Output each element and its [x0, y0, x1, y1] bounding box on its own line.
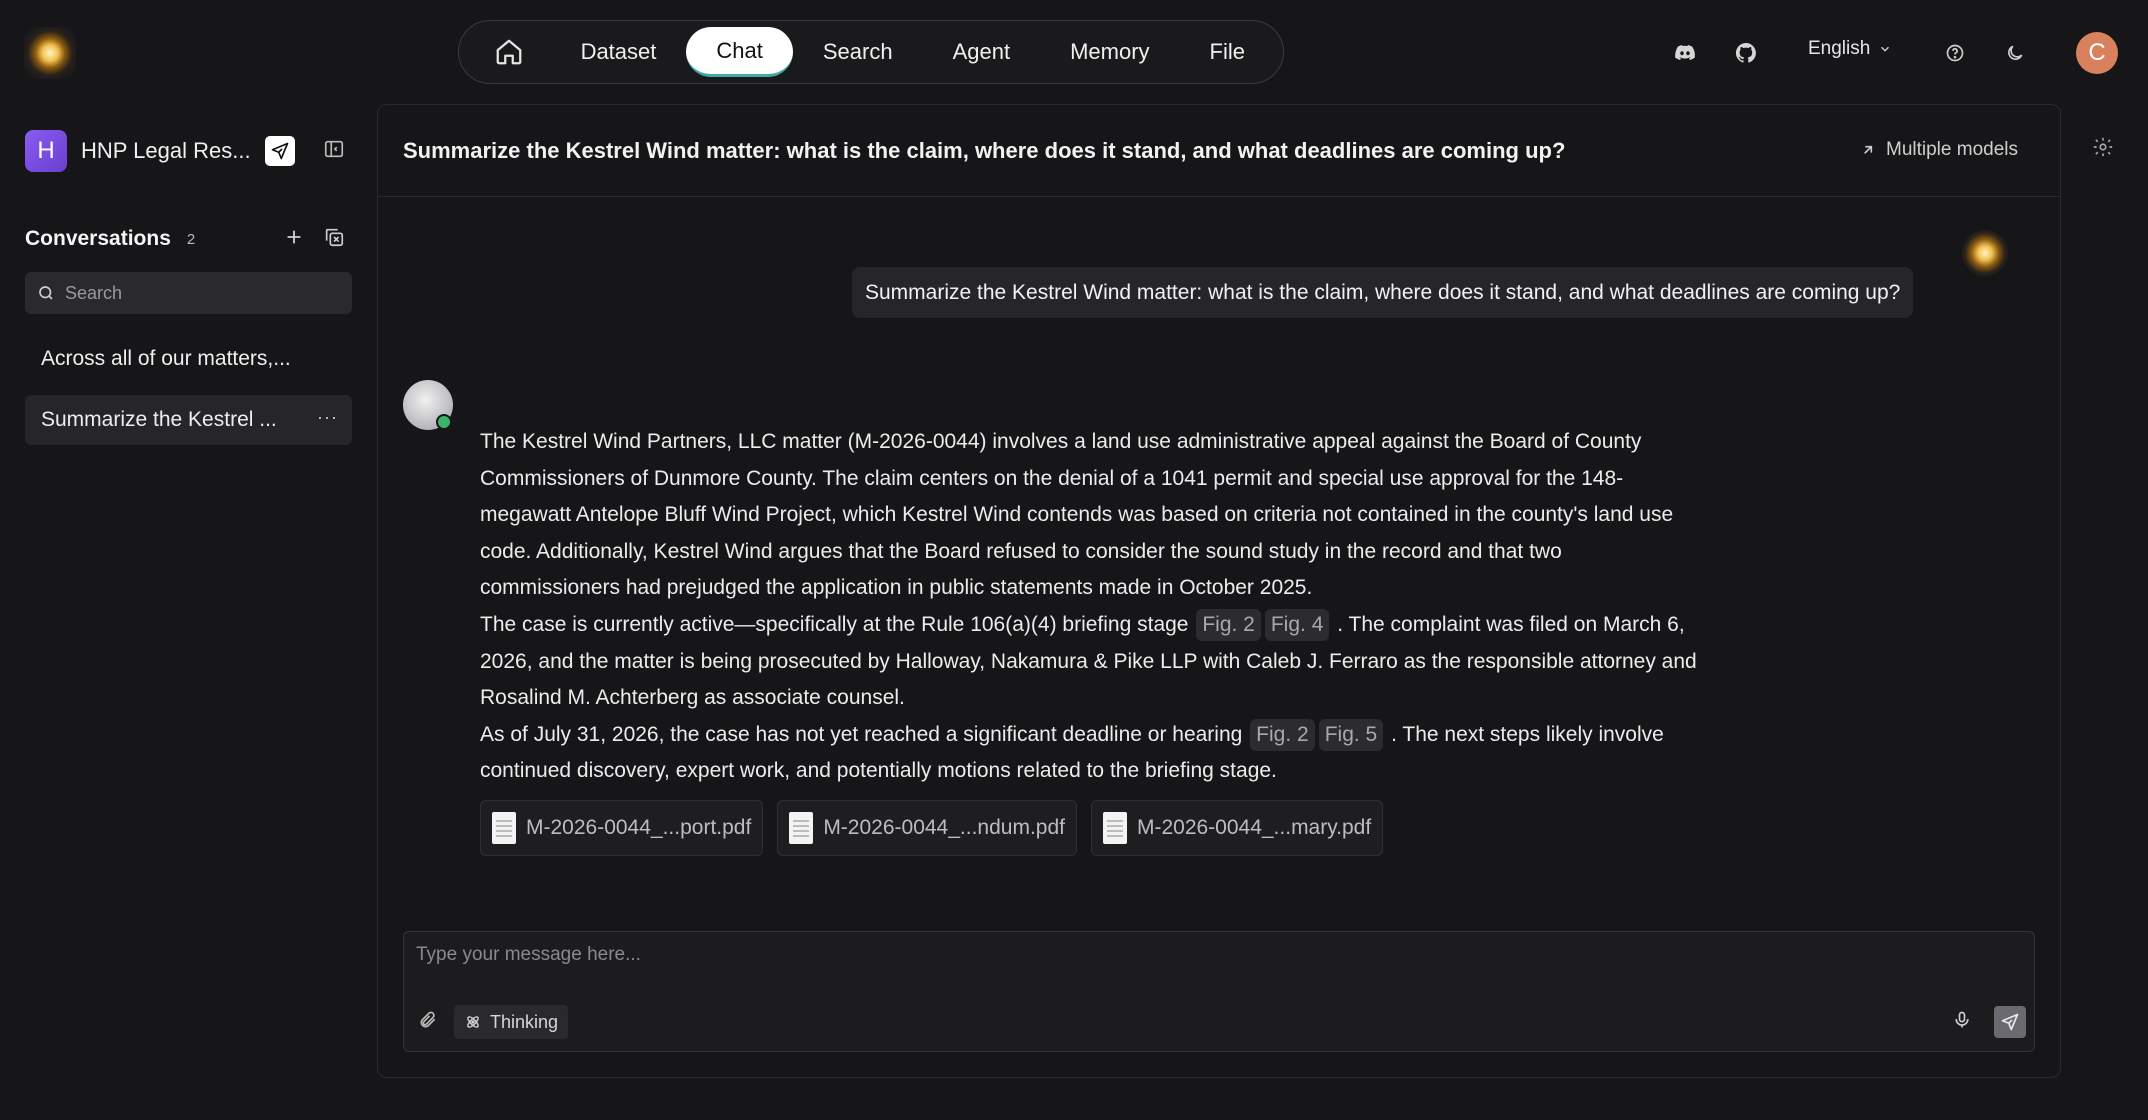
- thinking-label: Thinking: [490, 1011, 559, 1032]
- document-name: M-2026-0044_...ndum.pdf: [823, 816, 1065, 839]
- conversation-label: Summarize the Kestrel ...: [41, 408, 277, 431]
- pdf-file-icon: [1102, 812, 1127, 844]
- share-button[interactable]: [265, 136, 295, 166]
- knowledge-base-header: H HNP Legal Res...: [25, 130, 365, 172]
- sidebar: H HNP Legal Res... Conversations 2 Searc…: [0, 106, 375, 1076]
- conversations-title: Conversations: [25, 227, 171, 250]
- tab-file[interactable]: File: [1180, 27, 1275, 77]
- chevron-down-icon: [1878, 42, 1892, 56]
- citation-fig-2[interactable]: Fig. 2: [1250, 718, 1315, 751]
- send-icon: [2000, 1012, 2020, 1032]
- home-icon: [494, 37, 524, 67]
- multiple-models-button[interactable]: Multiple models: [1860, 139, 2018, 161]
- sidebar-collapse-button[interactable]: [323, 138, 349, 164]
- conversation-item[interactable]: Across all of our matters,...: [25, 334, 352, 384]
- citation-fig-2[interactable]: Fig. 2: [1196, 608, 1261, 641]
- atom-icon: [464, 1013, 482, 1031]
- send-icon: [270, 141, 290, 161]
- search-icon: [37, 284, 55, 302]
- copy-x-icon: [323, 226, 349, 248]
- search-input[interactable]: [65, 282, 325, 304]
- document-chip[interactable]: M-2026-0044_...port.pdf: [480, 800, 764, 856]
- top-nav: Dataset Chat Search Agent Memory File: [458, 20, 1284, 84]
- language-label: English: [1808, 38, 1871, 59]
- home-tab[interactable]: [467, 27, 551, 77]
- citation-fig-4[interactable]: Fig. 4: [1264, 608, 1330, 641]
- document-chip[interactable]: M-2026-0044_...ndum.pdf: [777, 800, 1077, 856]
- tab-chat[interactable]: Chat: [686, 27, 793, 77]
- answer-text: The case is currently active—specificall…: [480, 612, 1189, 636]
- microphone-button[interactable]: [1952, 1010, 1976, 1034]
- more-options-icon[interactable]: ···: [317, 407, 338, 428]
- app-logo[interactable]: [24, 27, 76, 79]
- answer-text: As of July 31, 2026, the case has not ye…: [480, 722, 1243, 746]
- attach-button[interactable]: [418, 1010, 442, 1034]
- online-status-dot: [436, 414, 452, 430]
- answer-paragraph: The case is currently active—specificall…: [480, 607, 1700, 717]
- message-composer: Thinking: [403, 931, 2035, 1052]
- pdf-file-icon: [789, 812, 814, 844]
- new-conversation-button[interactable]: [283, 226, 309, 252]
- multiple-models-label: Multiple models: [1886, 139, 2018, 160]
- assistant-answer: The Kestrel Wind Partners, LLC matter (M…: [480, 424, 1700, 790]
- tab-agent[interactable]: Agent: [923, 27, 1041, 77]
- tab-search[interactable]: Search: [793, 27, 923, 77]
- message-input[interactable]: [416, 944, 2016, 984]
- document-chip[interactable]: M-2026-0044_...mary.pdf: [1090, 800, 1384, 856]
- conversation-search[interactable]: [25, 272, 352, 314]
- answer-paragraph: As of July 31, 2026, the case has not ye…: [480, 717, 1700, 790]
- conversation-item-active[interactable]: Summarize the Kestrel ... ···: [25, 395, 352, 445]
- discord-icon[interactable]: [1672, 40, 1698, 66]
- citation-fig-5[interactable]: Fig. 5: [1318, 718, 1384, 751]
- bulk-delete-button[interactable]: [323, 226, 349, 252]
- chat-title: Summarize the Kestrel Wind matter: what …: [403, 138, 1566, 163]
- conversations-count: 2: [186, 230, 196, 248]
- settings-icon[interactable]: [2092, 136, 2116, 160]
- send-button[interactable]: [1994, 1006, 2026, 1038]
- help-icon[interactable]: [1942, 40, 1968, 66]
- thinking-toggle[interactable]: Thinking: [454, 1005, 569, 1039]
- kb-avatar: H: [25, 130, 67, 172]
- plus-icon: [283, 226, 309, 248]
- arrow-up-right-icon: [1860, 142, 1876, 158]
- language-select[interactable]: English: [1808, 38, 1892, 60]
- github-icon[interactable]: [1733, 40, 1759, 66]
- user-message: Summarize the Kestrel Wind matter: what …: [852, 267, 1914, 318]
- conversation-label: Across all of our matters,...: [41, 347, 291, 370]
- kb-name: HNP Legal Res...: [81, 138, 251, 163]
- panel-left-icon: [323, 138, 349, 160]
- answer-paragraph: The Kestrel Wind Partners, LLC matter (M…: [480, 430, 1674, 600]
- moon-icon[interactable]: [2002, 40, 2028, 66]
- document-name: M-2026-0044_...mary.pdf: [1136, 816, 1372, 839]
- tab-dataset[interactable]: Dataset: [551, 27, 687, 77]
- paperclip-icon: [418, 1010, 442, 1030]
- tab-memory[interactable]: Memory: [1040, 27, 1179, 77]
- conversations-header: Conversations 2: [25, 224, 355, 254]
- document-name: M-2026-0044_...port.pdf: [526, 816, 752, 839]
- user-message-avatar: [1962, 230, 2008, 276]
- microphone-icon: [1952, 1010, 1976, 1030]
- source-documents: M-2026-0044_...port.pdf M-2026-0044_...n…: [480, 800, 1384, 856]
- chat-header: Summarize the Kestrel Wind matter: what …: [378, 105, 2060, 197]
- user-avatar[interactable]: C: [2076, 32, 2118, 74]
- pdf-file-icon: [492, 812, 516, 844]
